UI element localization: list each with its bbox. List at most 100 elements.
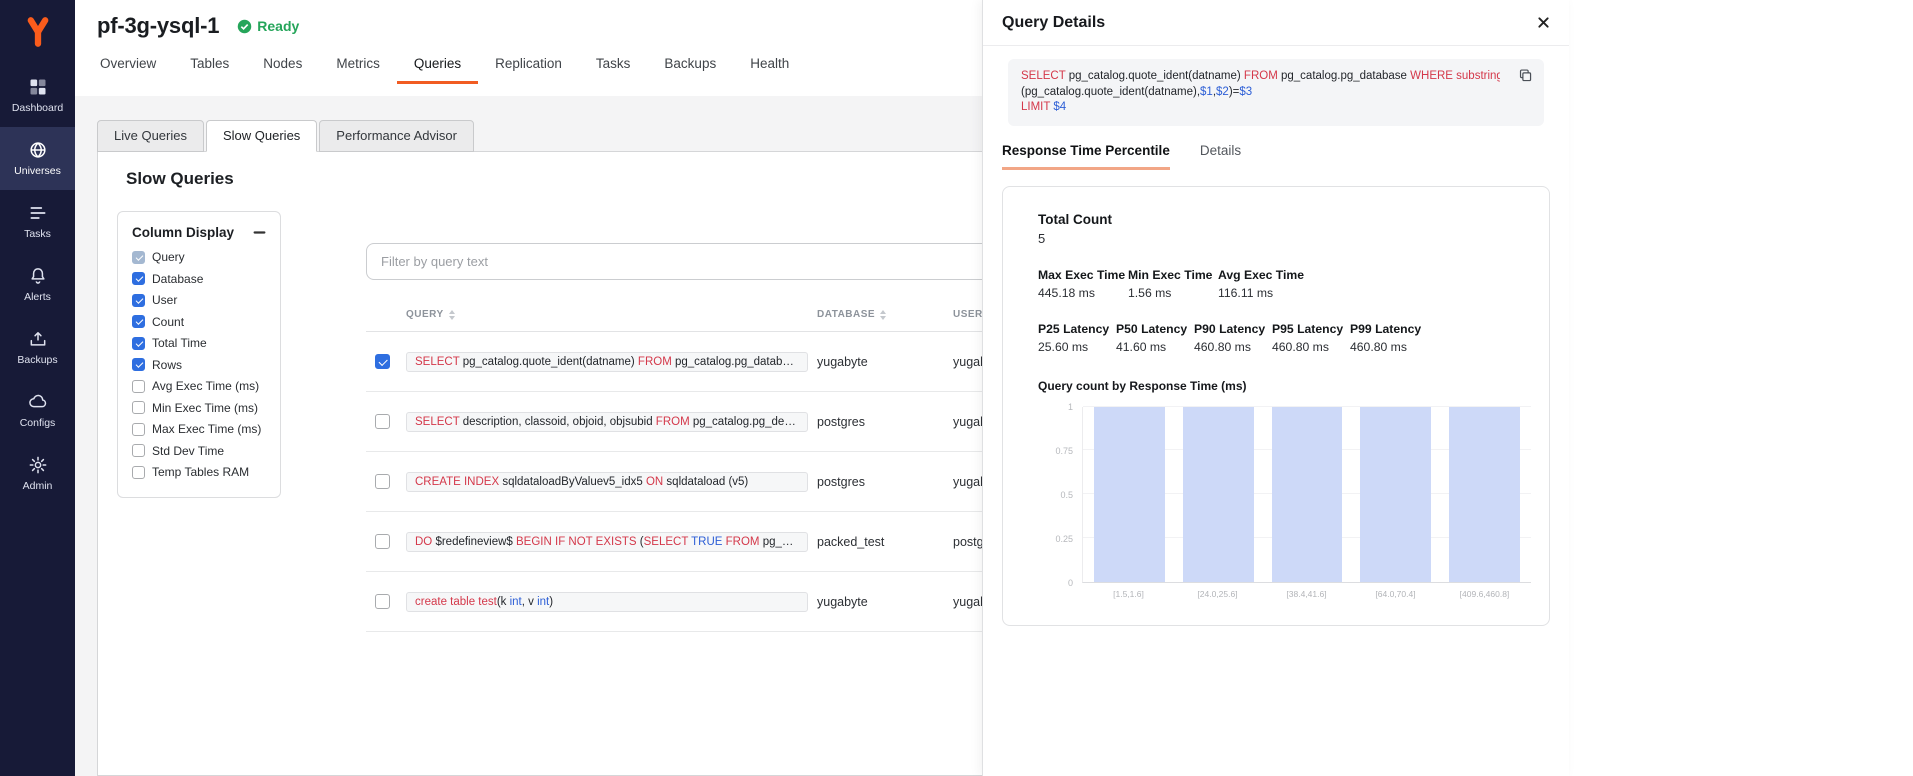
details-header: Query Details bbox=[983, 0, 1569, 46]
column-header-query[interactable]: QUERY bbox=[406, 309, 817, 320]
column-option-avg-exec-time-ms[interactable]: Avg Exec Time (ms) bbox=[132, 379, 266, 393]
column-option-database[interactable]: Database bbox=[132, 272, 266, 286]
column-option-query[interactable]: Query bbox=[132, 250, 266, 264]
table-row[interactable]: DO $redefineview$ BEGIN IF NOT EXISTS (S… bbox=[366, 512, 982, 572]
column-option-label: Total Time bbox=[152, 336, 207, 350]
stat-p95-latency: P95 Latency460.80 ms bbox=[1272, 322, 1350, 354]
checkbox bbox=[132, 294, 145, 307]
chart-bar bbox=[1449, 407, 1520, 582]
subtab-slow-queries[interactable]: Slow Queries bbox=[206, 120, 317, 152]
column-option-label: Temp Tables RAM bbox=[152, 465, 249, 479]
tab-tables[interactable]: Tables bbox=[173, 48, 246, 84]
tasks-icon bbox=[28, 203, 48, 223]
column-option-std-dev-time[interactable]: Std Dev Time bbox=[132, 444, 266, 458]
sidebar-item-label: Tasks bbox=[24, 228, 51, 240]
copy-icon[interactable] bbox=[1518, 68, 1533, 83]
sidebar-item-label: Admin bbox=[23, 480, 53, 492]
section-title: Slow Queries bbox=[126, 169, 234, 189]
stat-avg-exec-time: Avg Exec Time116.11 ms bbox=[1218, 268, 1308, 300]
checkbox bbox=[132, 272, 145, 285]
chart-bar bbox=[1183, 407, 1254, 582]
column-header-database[interactable]: DATABASE bbox=[817, 309, 953, 320]
sidebar: DashboardUniverses Tasks AlertsBackupsConf… bbox=[0, 0, 75, 776]
column-option-temp-tables-ram[interactable]: Temp Tables RAM bbox=[132, 465, 266, 479]
tab-metrics[interactable]: Metrics bbox=[319, 48, 397, 84]
row-checkbox[interactable] bbox=[375, 474, 390, 489]
tab-nodes[interactable]: Nodes bbox=[246, 48, 319, 84]
details-tabs: Response Time Percentile Details bbox=[983, 143, 1569, 170]
tab-overview[interactable]: Overview bbox=[83, 48, 173, 84]
sidebar-item-tasks[interactable]: Tasks bbox=[0, 190, 75, 253]
query-details-panel: Query Details SELECT pg_catalog.quote_id… bbox=[982, 0, 1569, 776]
tab-queries[interactable]: Queries bbox=[397, 48, 478, 84]
sidebar-item-configs[interactable]: Configs bbox=[0, 379, 75, 442]
tab-tasks[interactable]: Tasks bbox=[579, 48, 648, 84]
column-header-label: DATABASE bbox=[817, 309, 875, 320]
x-tick-label: [409.6,460.8] bbox=[1440, 589, 1529, 599]
column-display-card: Column Display Query Database User Count Tot… bbox=[117, 211, 281, 498]
row-checkbox[interactable] bbox=[375, 594, 390, 609]
sidebar-item-dashboard[interactable]: Dashboard bbox=[0, 64, 75, 127]
column-option-count[interactable]: Count bbox=[132, 315, 266, 329]
details-title: Query Details bbox=[1002, 14, 1105, 32]
column-header-label: USER bbox=[953, 309, 982, 320]
subtab-live-queries[interactable]: Live Queries bbox=[97, 120, 204, 152]
stat-p50-latency: P50 Latency41.60 ms bbox=[1116, 322, 1194, 354]
minus-icon[interactable] bbox=[253, 226, 266, 239]
sql-line: LIMIT $4 bbox=[1021, 100, 1500, 116]
query-subtabs: Live QueriesSlow QueriesPerformance Advi… bbox=[97, 120, 476, 152]
column-options-list: Query Database User Count Total Time Rows Avg … bbox=[132, 250, 266, 479]
tab-health[interactable]: Health bbox=[733, 48, 806, 84]
column-option-label: Count bbox=[152, 315, 184, 329]
response-time-chart: 00.250.50.751 bbox=[1038, 407, 1533, 583]
sidebar-item-alerts[interactable]: Alerts bbox=[0, 253, 75, 316]
tab-replication[interactable]: Replication bbox=[478, 48, 579, 84]
x-tick-label: [1.5,1.6] bbox=[1084, 589, 1173, 599]
query-filter-input[interactable] bbox=[366, 243, 982, 280]
sort-icon bbox=[880, 310, 886, 320]
stat-value: 116.11 ms bbox=[1218, 286, 1308, 300]
stat-label: Max Exec Time bbox=[1038, 268, 1128, 282]
table-row[interactable]: SELECT pg_catalog.quote_ident(datname) F… bbox=[366, 332, 982, 392]
stat-p25-latency: P25 Latency25.60 ms bbox=[1038, 322, 1116, 354]
stat-p90-latency: P90 Latency460.80 ms bbox=[1194, 322, 1272, 354]
stat-label: P50 Latency bbox=[1116, 322, 1194, 336]
details-tab-response-time-percentile[interactable]: Response Time Percentile bbox=[1002, 143, 1170, 170]
column-option-label: Max Exec Time (ms) bbox=[152, 422, 261, 436]
column-option-max-exec-time-ms[interactable]: Max Exec Time (ms) bbox=[132, 422, 266, 436]
column-display-title: Column Display bbox=[132, 225, 234, 240]
y-tick-label: 0.5 bbox=[1060, 490, 1073, 500]
stat-label: P25 Latency bbox=[1038, 322, 1116, 336]
database-cell: yugabyte bbox=[817, 595, 953, 609]
table-row[interactable]: CREATE INDEX sqldataloadByValuev5_idx5 O… bbox=[366, 452, 982, 512]
table-row[interactable]: create table test(k int, v int)yugabytey… bbox=[366, 572, 982, 632]
exec-time-stats: Max Exec Time445.18 msMin Exec Time1.56 … bbox=[1038, 268, 1533, 300]
sidebar-item-admin[interactable]: Admin bbox=[0, 442, 75, 505]
configs-icon bbox=[28, 392, 48, 412]
table-header: QUERYDATABASE USER bbox=[366, 298, 982, 332]
column-option-rows[interactable]: Rows bbox=[132, 358, 266, 372]
sidebar-item-backups[interactable]: Backups bbox=[0, 316, 75, 379]
table-row[interactable]: SELECT description, classoid, objoid, ob… bbox=[366, 392, 982, 452]
stat-min-exec-time: Min Exec Time1.56 ms bbox=[1128, 268, 1218, 300]
sidebar-item-universes[interactable]: Universes bbox=[0, 127, 75, 190]
database-cell: postgres bbox=[817, 475, 953, 489]
table-body: SELECT pg_catalog.quote_ident(datname) F… bbox=[366, 332, 982, 632]
column-option-user[interactable]: User bbox=[132, 293, 266, 307]
close-icon[interactable] bbox=[1537, 16, 1550, 29]
row-checkbox[interactable] bbox=[375, 414, 390, 429]
stat-value: 1.56 ms bbox=[1128, 286, 1218, 300]
subtab-performance-advisor[interactable]: Performance Advisor bbox=[319, 120, 474, 152]
chart-y-axis: 00.250.50.751 bbox=[1038, 407, 1082, 583]
checkbox bbox=[132, 466, 145, 479]
tab-backups[interactable]: Backups bbox=[647, 48, 733, 84]
check-circle-icon bbox=[237, 19, 252, 34]
column-option-label: Avg Exec Time (ms) bbox=[152, 379, 259, 393]
column-option-total-time[interactable]: Total Time bbox=[132, 336, 266, 350]
user-cell: yugab... bbox=[953, 595, 982, 609]
column-option-min-exec-time-ms[interactable]: Min Exec Time (ms) bbox=[132, 401, 266, 415]
row-checkbox[interactable] bbox=[375, 534, 390, 549]
details-tab-details[interactable]: Details bbox=[1200, 143, 1241, 170]
row-checkbox[interactable] bbox=[375, 354, 390, 369]
yugabyte-logo[interactable] bbox=[0, 0, 75, 64]
